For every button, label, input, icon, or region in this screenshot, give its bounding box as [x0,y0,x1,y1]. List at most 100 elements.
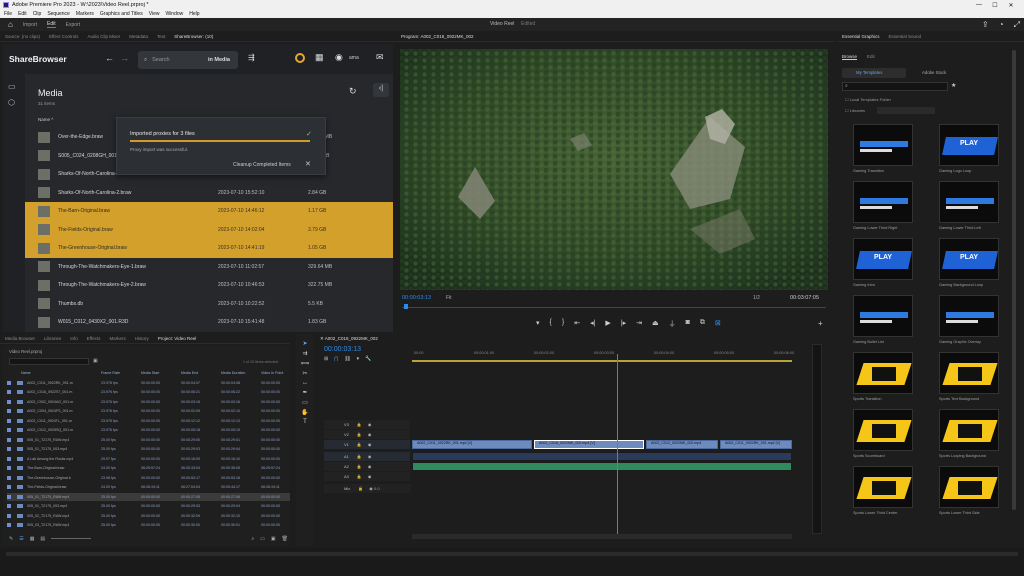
track-header[interactable]: Mix 🔒 ◉ [324,484,410,493]
razor-tool-icon[interactable]: ✂ [302,370,307,377]
track-header[interactable]: A3 🔒 ◉ [324,472,410,481]
tab-history[interactable]: History [135,336,149,341]
graphics-scrollbar[interactable] [1006,44,1024,544]
go-to-in-icon[interactable]: ⇤ [574,319,580,329]
col-name[interactable]: Name [21,371,31,375]
adobe-stock-button[interactable]: Adobe Stock [912,68,976,78]
lock-icon[interactable]: 🔒 [357,474,362,479]
template-card[interactable]: PLAY Gaming Logo Loop [939,124,999,173]
nest-icon[interactable]: ⊞ [324,356,328,362]
tab-source[interactable]: Source: (no clips) [5,34,40,39]
progress-icon[interactable]: ◔ [999,20,1004,30]
template-card[interactable]: Sports Lower Third Side [939,466,999,515]
project-item-row[interactable]: 005_01_T2175_RAW.mp4 25.00 fps 00:00:00:00… [7,436,290,444]
track-header[interactable]: A1 🔒 ◉ [324,452,410,461]
close-button[interactable]: ✕ [1004,0,1018,10]
local-templates-checkbox[interactable]: ☐ Local Templates Folder [845,97,891,102]
track-header[interactable]: V2 🔒 ◉ [324,430,410,439]
label-color-swatch[interactable] [7,456,11,461]
program-scrubber[interactable] [402,307,826,308]
libraries-checkbox[interactable]: ☐ Libraries [845,108,865,113]
user-icon[interactable]: ◉ [335,52,343,63]
back-arrow-icon[interactable]: ← [105,53,114,63]
user-name[interactable]: ama [349,55,359,61]
template-card[interactable]: PLAY Gaming Background Loop [939,238,999,287]
video-clip[interactable]: A002_C012_0922MK_002.mp4 [646,440,718,449]
label-color-swatch[interactable] [7,466,11,471]
lift-icon[interactable]: ⏏ [652,319,659,329]
minimize-button[interactable]: — [972,0,986,10]
workspace-export[interactable]: Export [66,22,80,28]
collapse-panel-button[interactable]: ‹| [373,83,389,97]
go-to-out-icon[interactable]: ⇥ [636,319,642,329]
menu-graphics[interactable]: Graphics and Titles [100,11,143,17]
resolution-select[interactable]: 1/2 [753,295,760,301]
icon-view-icon[interactable]: ▦ [30,536,35,546]
menu-sequence[interactable]: Sequence [47,11,70,17]
label-color-swatch[interactable] [7,437,11,442]
drive-icon[interactable]: ▭ [8,82,16,91]
track-header[interactable]: A2 🔒 ◉ [324,462,410,471]
label-color-swatch[interactable] [7,390,11,395]
menu-window[interactable]: Window [165,11,183,17]
tab-media-browser[interactable]: Media Browser [5,336,35,341]
project-item-row[interactable]: A002_C004_0924FS_001.m 23.976 fps 00:00:00… [7,408,290,416]
tab-effect-controls[interactable]: Effect Controls [49,34,78,39]
project-item-row[interactable]: 005_02_T2175_RAW.mp4 25.00 fps 00:00:00:00… [7,512,290,520]
template-card[interactable]: Sports Looping Background [939,409,999,458]
lock-icon[interactable]: 🔒 [357,464,362,469]
label-color-swatch[interactable] [7,523,11,528]
template-card[interactable]: Sports Lower Third Center [853,466,913,515]
tab-text[interactable]: Text [157,34,165,39]
hand-tool-icon[interactable]: ✋ [301,409,308,416]
tab-libraries[interactable]: Libraries [44,336,61,341]
eye-icon[interactable]: ◉ [368,442,372,447]
zoom-fit-select[interactable]: Fit [446,295,452,301]
label-color-swatch[interactable] [7,475,11,480]
tab-audio-clip-mixer[interactable]: Audio Clip Mixer [87,34,120,39]
star-icon[interactable]: ★ [951,82,956,89]
template-search-input[interactable]: ⌕ [842,82,948,91]
program-timecode[interactable]: 00:00:03:13 [402,295,431,301]
tab-markers[interactable]: Markers [109,336,125,341]
eye-icon[interactable]: ◉ [368,464,372,469]
extract-icon[interactable]: ⏚ [669,319,676,329]
sharebrowser-search[interactable]: ⌕ Search in Media [138,51,238,69]
file-row[interactable]: Through-The-Watchmakers-Eye-1.braw 2023-0… [25,258,393,277]
linked-icon[interactable]: ⛓ [344,356,350,362]
selection-tool-icon[interactable]: ➤ [302,340,307,347]
search-input[interactable]: Search [152,57,169,63]
slip-tool-icon[interactable]: ↔ [302,380,308,386]
project-item-row[interactable]: A002_C016_0922S7_001.m 23.976 fps 00:00:00… [7,389,290,397]
mix-value[interactable]: 0.0 [374,486,380,491]
project-item-row[interactable]: A002_C011_0922RK_001.m 23.976 fps 00:00:00… [7,379,290,387]
tab-effects[interactable]: Effects [87,336,101,341]
project-item-row[interactable]: 005_03_T2175_RAW.mp4 25.00 fps 00:00:00:00… [7,522,290,530]
ripple-edit-tool-icon[interactable]: ⟺ [301,360,310,367]
video-clip[interactable]: A002_C011_0922RK_001.mp4 [V] [412,440,532,449]
mark-out-icon[interactable]: } [562,319,564,329]
audio-waveform-clip[interactable] [412,462,792,471]
jobs-ring-icon[interactable] [295,53,305,63]
label-color-swatch[interactable] [7,504,11,509]
label-color-swatch[interactable] [7,418,11,423]
list-view-icon[interactable]: ☰ [19,536,23,546]
step-back-icon[interactable]: ◂| [590,319,595,329]
eye-icon[interactable]: ◉ [368,422,372,427]
add-marker-icon[interactable]: ▾ [357,356,360,362]
fullscreen-icon[interactable]: ⤢ [1014,20,1020,30]
audio-track-a1-clip[interactable] [412,452,792,461]
lock-icon[interactable]: 🔒 [357,422,362,427]
file-row[interactable]: The-Greenhouse-Original.braw 2023-07-10 1… [25,239,393,258]
new-item-icon[interactable]: ▣ [271,536,276,546]
maximize-button[interactable]: ☐ [988,0,1002,10]
search-footer-icon[interactable]: ⌕ [251,536,254,546]
label-color-swatch[interactable] [7,485,11,490]
bin-icon[interactable]: ▣ [93,358,98,364]
cube-icon[interactable]: ⬡ [8,98,15,107]
step-forward-icon[interactable]: |▸ [621,319,626,329]
timeline-timecode[interactable]: 00:00:03:13 [324,346,361,353]
col-media-end[interactable]: Media End [181,371,198,375]
template-card[interactable]: Sports Scoreboard [853,409,913,458]
refresh-icon[interactable]: ↻ [349,86,357,97]
